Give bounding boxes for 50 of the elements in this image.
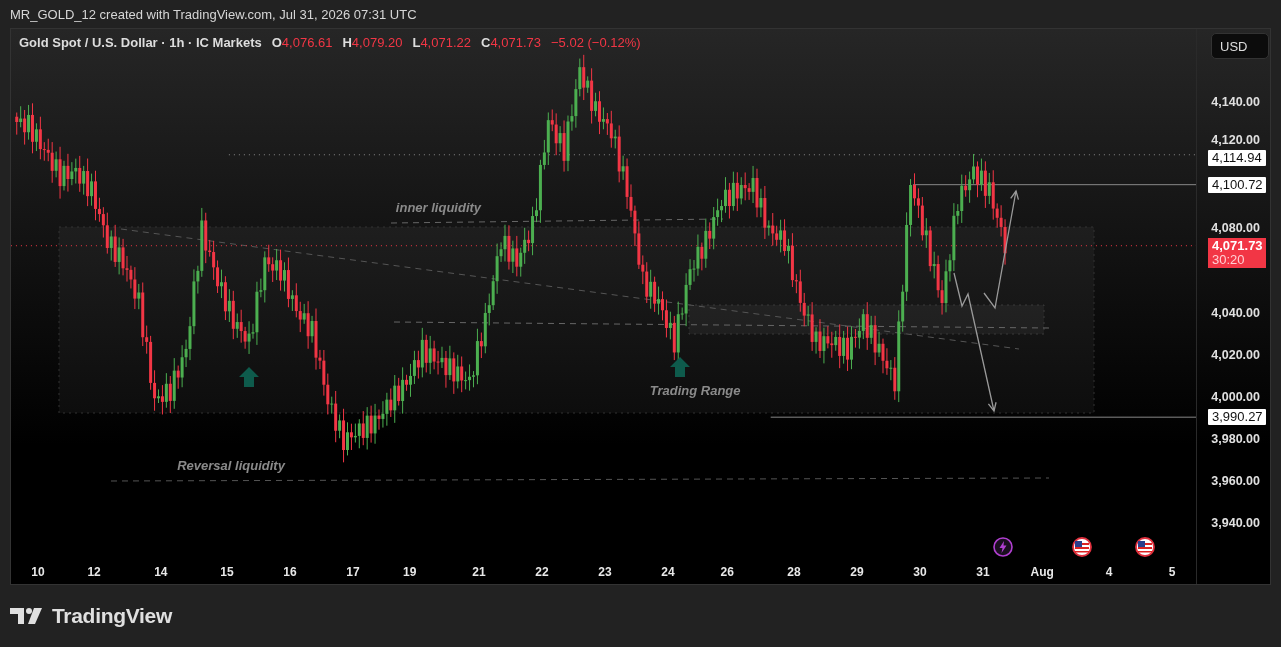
price-label: 4,020.00	[1211, 348, 1260, 362]
date-label: 22	[535, 565, 549, 579]
up-arrow-icon	[670, 357, 690, 377]
price-tag: 3,990.27	[1208, 409, 1266, 426]
currency-button[interactable]: USD	[1211, 33, 1269, 59]
price-label: 4,140.00	[1211, 95, 1260, 109]
annotation-label: Trading Range	[649, 382, 741, 398]
ohlc-value: O4,076.61	[271, 35, 333, 50]
date-label: 30	[913, 565, 927, 579]
price-change: −5.02 (−0.12%)	[551, 35, 641, 50]
flag-icon[interactable]	[1072, 537, 1092, 557]
price-label: 4,120.00	[1211, 133, 1260, 147]
date-label: 5	[1168, 565, 1176, 579]
price-label: 4,000.00	[1211, 390, 1260, 404]
up-arrow-icon	[239, 367, 259, 387]
date-label: 26	[720, 565, 734, 579]
date-label: 17	[346, 565, 360, 579]
date-label: 28	[787, 565, 801, 579]
date-label: 15	[220, 565, 234, 579]
lightning-icon[interactable]	[993, 537, 1013, 557]
price-tag: 4,100.72	[1208, 176, 1266, 193]
current-price: 4,071.73	[1212, 238, 1262, 253]
ohlc-value: L4,071.22	[412, 35, 471, 50]
flag-icon[interactable]	[1135, 537, 1155, 557]
annotation-label: Reversal liquidity	[177, 457, 285, 473]
date-label: 10	[31, 565, 45, 579]
date-label: 14	[154, 565, 168, 579]
price-tag: 4,114.94	[1208, 149, 1266, 166]
symbol-title: Gold Spot / U.S. Dollar · 1h · IC Markets	[19, 35, 262, 50]
date-label: 29	[850, 565, 864, 579]
price-label: 3,940.00	[1211, 516, 1260, 530]
ohlc-value: C4,071.73	[481, 35, 541, 50]
price-label: 4,040.00	[1211, 306, 1260, 319]
price-label: 3,980.00	[1211, 432, 1260, 446]
date-label: 31	[976, 565, 990, 579]
price-label: 4,080.00	[1211, 221, 1260, 235]
annotation-label: inner liquidity	[395, 199, 482, 215]
date-label: 16	[283, 565, 297, 579]
price-label: 3,960.00	[1211, 474, 1260, 488]
logo-text: TradingView	[52, 604, 172, 628]
date-label: Aug	[1030, 565, 1054, 579]
date-label: 21	[472, 565, 486, 579]
date-label: 23	[598, 565, 612, 579]
date-label: 4	[1105, 565, 1113, 579]
countdown-timer: 30:20	[1212, 252, 1245, 267]
date-label: 19	[403, 565, 417, 579]
date-label: 12	[87, 565, 101, 579]
date-label: 24	[661, 565, 675, 579]
ohlc-value: H4,079.20	[342, 35, 403, 50]
chart-caption: MR_GOLD_12 created with TradingView.com, Jul 31, 2026 07:31 UTC	[10, 5, 418, 24]
